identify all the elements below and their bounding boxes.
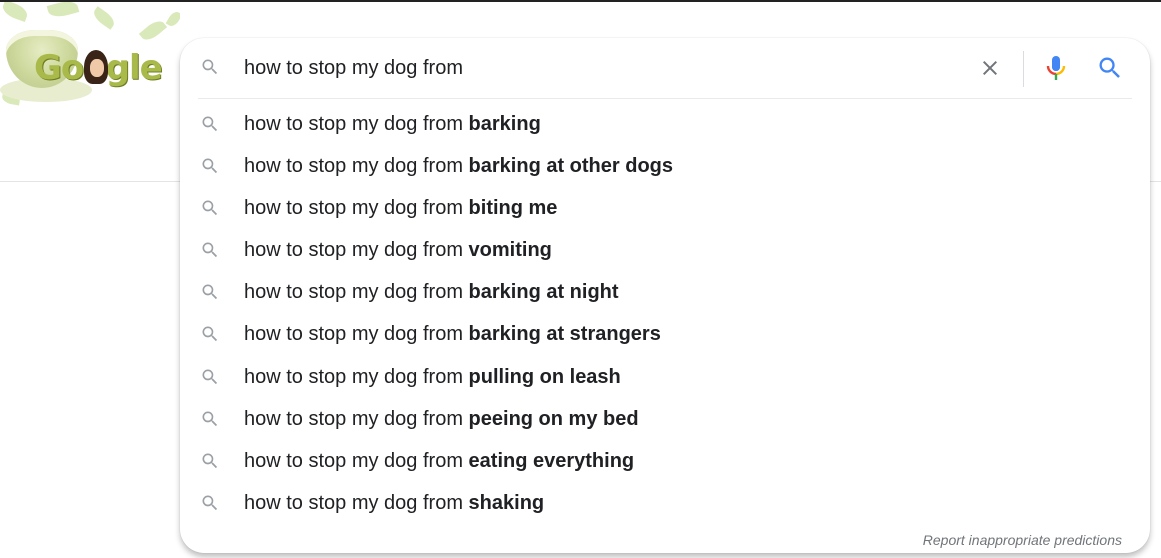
suggestion-item[interactable]: how to stop my dog from biting me — [180, 186, 1150, 228]
report-predictions-link[interactable]: Report inappropriate predictions — [923, 532, 1122, 548]
suggestion-completion: barking — [468, 113, 541, 135]
suggestion-prefix: how to stop my dog from — [244, 407, 469, 430]
search-icon — [200, 114, 220, 139]
search-autocomplete-panel: how to stop my dog from barking how to s… — [180, 38, 1150, 553]
suggestion-item[interactable]: how to stop my dog from pulling on leash — [180, 355, 1150, 397]
suggestion-completion: peeing on my bed — [468, 407, 639, 430]
search-icon — [1099, 57, 1120, 78]
suggestion-prefix: how to stop my dog from — [244, 323, 469, 346]
search-icon — [200, 451, 220, 476]
suggestion-text: how to stop my dog from eating everythin… — [244, 449, 634, 473]
suggestion-text: how to stop my dog from barking — [244, 112, 541, 136]
suggestion-completion: eating everything — [468, 449, 635, 472]
suggestion-item[interactable]: how to stop my dog from eating everythin… — [180, 439, 1150, 481]
suggestion-item[interactable]: how to stop my dog from vomiting — [180, 228, 1150, 270]
suggestion-item[interactable]: how to stop my dog from barking at stran… — [180, 312, 1150, 354]
doodle-portrait — [84, 50, 108, 84]
suggestion-item[interactable]: how to stop my dog from barking at night — [180, 270, 1150, 312]
microphone-icon — [1046, 56, 1066, 80]
suggestion-text: how to stop my dog from vomiting — [244, 238, 552, 262]
clear-search-button[interactable] — [978, 56, 1002, 80]
autocomplete-suggestions: how to stop my dog from barking how to s… — [180, 102, 1150, 523]
suggestion-prefix: how to stop my dog from — [244, 197, 469, 220]
suggestion-text: how to stop my dog from peeing on my bed — [244, 407, 639, 431]
suggestion-text: how to stop my dog from biting me — [244, 196, 557, 220]
suggestion-text: how to stop my dog from barking at other… — [244, 154, 673, 178]
suggestion-prefix: how to stop my dog from — [244, 281, 469, 304]
leaf-decoration — [0, 2, 30, 23]
search-icon — [200, 240, 220, 265]
suggestion-prefix: how to stop my dog from — [244, 491, 469, 514]
suggestion-completion: shaking — [468, 491, 545, 514]
suggestion-text: how to stop my dog from shaking — [244, 491, 544, 515]
search-icon — [200, 367, 220, 392]
suggestion-item[interactable]: how to stop my dog from shaking — [180, 481, 1150, 523]
leaf-decoration — [90, 6, 118, 30]
suggestions-divider — [198, 98, 1132, 99]
suggestion-completion: barking at strangers — [468, 323, 661, 346]
suggestion-prefix: how to stop my dog from — [244, 449, 469, 472]
close-icon — [983, 61, 997, 75]
search-icon — [200, 324, 220, 349]
search-icon — [200, 57, 220, 77]
suggestion-prefix: how to stop my dog from — [244, 113, 469, 135]
suggestion-prefix: how to stop my dog from — [244, 155, 469, 178]
search-icon — [200, 282, 220, 307]
leaf-decoration — [46, 2, 80, 20]
search-bar-divider — [1023, 51, 1024, 87]
suggestion-text: how to stop my dog from pulling on leash — [244, 365, 621, 389]
voice-search-button[interactable] — [1046, 54, 1066, 84]
search-bar — [180, 38, 1150, 98]
suggestion-item[interactable]: how to stop my dog from peeing on my bed — [180, 397, 1150, 439]
suggestion-prefix: how to stop my dog from — [244, 239, 469, 262]
search-icon — [200, 409, 220, 434]
leaf-decoration — [165, 9, 180, 29]
suggestion-completion: barking at other dogs — [468, 155, 674, 178]
search-icon — [200, 156, 220, 181]
search-icon — [200, 493, 220, 518]
search-input[interactable] — [244, 52, 944, 84]
search-icon — [200, 198, 220, 223]
suggestion-item[interactable]: how to stop my dog from barking at other… — [180, 144, 1150, 186]
suggestion-completion: barking at night — [468, 281, 619, 304]
google-search-button[interactable] — [1096, 54, 1124, 82]
suggestion-item[interactable]: how to stop my dog from barking — [180, 102, 1150, 144]
google-doodle-logo[interactable]: Google — [0, 2, 180, 112]
suggestion-completion: biting me — [468, 197, 558, 220]
suggestion-completion: vomiting — [468, 239, 552, 262]
suggestion-text: how to stop my dog from barking at stran… — [244, 322, 661, 346]
suggestion-completion: pulling on leash — [468, 365, 621, 388]
leaf-decoration — [138, 17, 168, 44]
suggestion-prefix: how to stop my dog from — [244, 365, 469, 388]
suggestion-text: how to stop my dog from barking at night — [244, 280, 619, 304]
